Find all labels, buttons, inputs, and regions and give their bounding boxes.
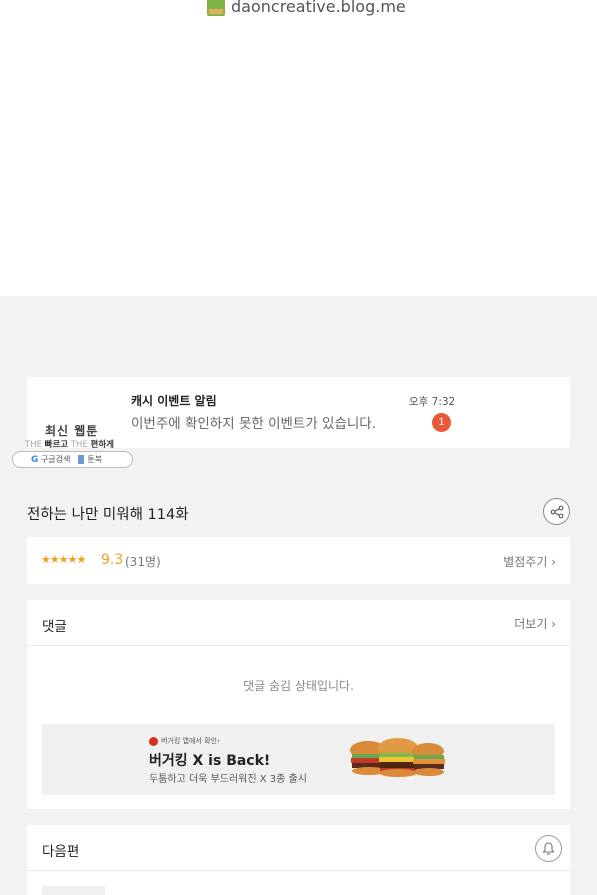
blog-logo-icon — [207, 0, 225, 16]
comments-hidden-message: 댓글 숨김 상태입니다. — [243, 679, 354, 693]
comments-more-button[interactable]: 더보기 › — [514, 615, 556, 632]
burger-king-logo-icon — [149, 736, 158, 746]
promo-tag-strong-2: 편하게 — [90, 440, 114, 450]
promo-tag-dim-1: THE — [25, 440, 42, 450]
promo-search-pill[interactable]: G 구글검색 툰북 — [12, 451, 133, 468]
episode-title: 전하는 나만 미워해 114화 — [27, 507, 189, 523]
blog-credit-text: daoncreative.blog.me — [231, 0, 406, 16]
promo-tag-dim-2: THE — [70, 440, 88, 450]
book-icon — [78, 455, 85, 464]
google-search-label: 구글검색 — [40, 455, 71, 464]
top-blank-area: daoncreative.blog.me — [0, 0, 597, 296]
next-episode-thumbnail[interactable] — [42, 886, 105, 895]
rating-card: ★★★★★ 9.3 (31명) 별점주기 › — [27, 537, 570, 584]
next-episode-divider — [27, 870, 570, 871]
notification-badge: 1 — [432, 413, 451, 432]
toonbook-link[interactable]: 툰북 — [78, 454, 102, 465]
promo-tagline: THE 빠르고 THE 편하게 — [25, 438, 114, 450]
google-search-link[interactable]: G 구글검색 — [31, 454, 70, 465]
rating-stars: ★★★★★ — [41, 553, 86, 566]
promo-overlay[interactable]: 최신 웹툰 THE 빠르고 THE 편하게 G 구글검색 툰북 — [12, 420, 137, 470]
burger-image — [350, 738, 445, 777]
rating-score: 9.3 — [101, 552, 124, 568]
blog-credit[interactable]: daoncreative.blog.me — [207, 0, 406, 16]
share-icon — [550, 505, 563, 518]
comments-divider — [27, 645, 570, 646]
next-episode-heading: 다음편 — [42, 844, 80, 860]
notification-title: 캐시 이벤트 알림 — [131, 394, 217, 408]
notify-button[interactable] — [535, 835, 562, 862]
notification-message: 이번주에 확인하지 못한 이벤트가 있습니다. — [131, 416, 377, 432]
ad-brand-line[interactable]: 버거킹 앱에서 확인› — [149, 736, 220, 746]
promo-tag-strong-1: 빠르고 — [44, 440, 69, 450]
comments-heading: 댓글 — [42, 619, 67, 635]
google-icon: G — [31, 455, 39, 465]
bell-icon — [542, 842, 555, 855]
burger-king-ad[interactable]: 버거킹 앱에서 확인› 버거킹 X is Back! 두툼하고 더욱 부드러워진… — [42, 724, 555, 795]
ad-subline: 두툼하고 더욱 부드러워진 X 3종 출시 — [149, 774, 307, 785]
ad-brand-text: 버거킹 앱에서 확인› — [161, 737, 220, 745]
share-button[interactable] — [543, 498, 570, 525]
toonbook-label: 툰북 — [87, 455, 103, 464]
rating-count: (31명) — [125, 555, 161, 569]
rate-button[interactable]: 별점주기 › — [503, 553, 556, 570]
promo-title: 최신 웹툰 — [45, 424, 99, 438]
comments-section: 댓글 더보기 › 댓글 숨김 상태입니다. 버거킹 앱에서 확인› 버거킹 X … — [27, 600, 570, 809]
notification-time: 오후 7:32 — [409, 396, 456, 408]
ad-headline: 버거킹 X is Back! — [149, 753, 271, 769]
next-episode-section: 다음편 — [27, 825, 570, 895]
